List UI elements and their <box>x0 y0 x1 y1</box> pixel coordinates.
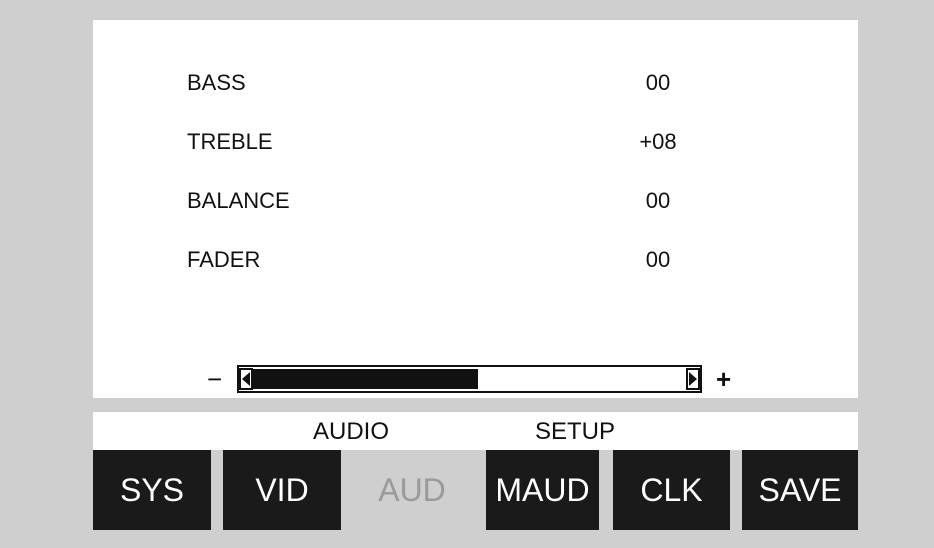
clk-button[interactable]: CLK <box>613 450 730 530</box>
menu-title-audio: AUDIO <box>313 418 390 445</box>
aud-button[interactable]: AUD <box>353 450 471 530</box>
setting-row-balance[interactable]: BALANCE 00 <box>93 182 858 218</box>
decrease-button[interactable]: − <box>207 362 222 396</box>
setting-value: +08 <box>639 129 677 154</box>
level-slider: − + <box>93 362 858 396</box>
setting-value: 00 <box>645 188 671 213</box>
setting-label: BASS <box>187 70 246 95</box>
menu-title-setup: SETUP <box>535 418 616 445</box>
setting-label: TREBLE <box>187 129 273 154</box>
slider-fill <box>253 369 478 389</box>
setting-row-bass[interactable]: BASS 00 <box>93 64 858 100</box>
arrow-left-icon[interactable] <box>239 368 253 390</box>
increase-button[interactable]: + <box>716 362 731 396</box>
maud-button[interactable]: MAUD <box>486 450 599 530</box>
arrow-right-icon[interactable] <box>686 368 700 390</box>
setting-row-treble[interactable]: TREBLE +08 <box>93 123 858 159</box>
setting-label: FADER <box>187 247 261 272</box>
setting-value: 00 <box>645 247 671 272</box>
menu-title-bar <box>93 412 858 450</box>
setting-value: 00 <box>645 70 671 95</box>
setting-row-fader[interactable]: FADER 00 <box>93 241 858 277</box>
vid-button[interactable]: VID <box>223 450 341 530</box>
slider-track[interactable] <box>237 365 702 393</box>
settings-screen: BASS 00 TREBLE +08 BALANCE 00 FADER 00 −… <box>93 20 858 398</box>
setting-label: BALANCE <box>187 188 290 213</box>
sys-button[interactable]: SYS <box>93 450 211 530</box>
save-button[interactable]: SAVE <box>742 450 858 530</box>
